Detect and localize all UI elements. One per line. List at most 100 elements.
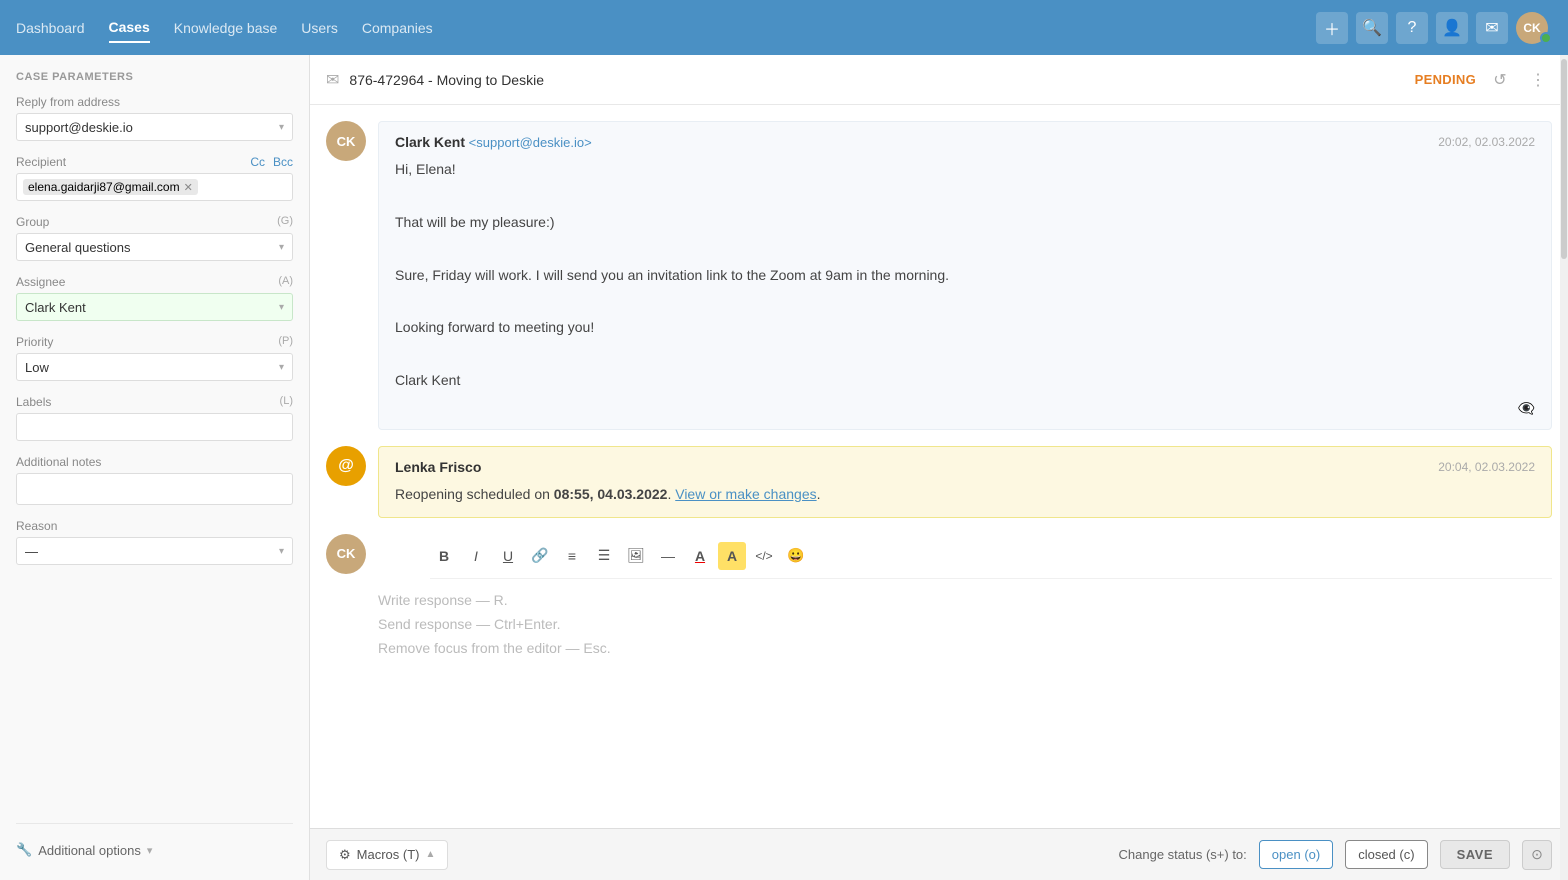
font-highlight-button[interactable]: A: [718, 542, 746, 570]
reply-from-field: Reply from address support@deskie.io ▾: [16, 95, 293, 141]
content-area: ✉ 876-472964 - Moving to Deskie PENDING …: [310, 55, 1568, 880]
open-status-button[interactable]: open (o): [1259, 840, 1333, 869]
chevron-down-icon: ▾: [279, 122, 284, 133]
emoji-button[interactable]: 😀: [782, 542, 810, 570]
closed-status-button[interactable]: closed (c): [1345, 840, 1427, 869]
notification-header: Lenka Frisco 20:04, 02.03.2022: [395, 459, 1535, 475]
reply-from-label: Reply from address: [16, 95, 293, 109]
macros-icon: ⚙: [339, 847, 351, 863]
message-item: CK Clark Kent <support@deskie.io> 20:02,…: [326, 121, 1552, 430]
assignee-field: Assignee (A) Clark Kent ▾: [16, 275, 293, 321]
reply-editor-container: B I U 🔗 ≡ ☰ 🖼 — A A </> 😀: [378, 534, 1552, 660]
email-icon: ✉: [326, 70, 339, 90]
remove-recipient-icon[interactable]: ✕: [184, 181, 193, 194]
labels-field: Labels (L): [16, 395, 293, 441]
top-navigation: Dashboard Cases Knowledge base Users Com…: [0, 0, 1568, 55]
main-layout: CASE PARAMETERS Reply from address suppo…: [0, 55, 1568, 880]
macros-button[interactable]: ⚙ Macros (T) ▲: [326, 840, 448, 870]
search-icon[interactable]: 🔍: [1356, 12, 1388, 44]
hide-message-icon[interactable]: 👁‍🗨: [395, 400, 1535, 417]
editor-placeholder-line1: Write response — R.: [378, 589, 1552, 613]
help-icon[interactable]: ?: [1396, 12, 1428, 44]
sender-avatar: CK: [326, 121, 366, 161]
chevron-down-icon: ▾: [279, 242, 284, 253]
recipient-field: Recipient Cc Bcc elena.gaidarji87@gmail.…: [16, 155, 293, 201]
reason-dropdown[interactable]: — ▾: [16, 537, 293, 565]
nav-action-icons: ＋ 🔍 ? 👤 ✉ CK: [1316, 12, 1552, 44]
assignee-dropdown[interactable]: Clark Kent ▾: [16, 293, 293, 321]
reply-editor-block: CK B I U 🔗 ≡ ☰ 🖼 — A A </>: [326, 534, 1552, 660]
nav-companies[interactable]: Companies: [362, 14, 433, 42]
reason-label: Reason: [16, 519, 293, 533]
priority-label: Priority (P): [16, 335, 293, 349]
priority-field: Priority (P) Low ▾: [16, 335, 293, 381]
group-field: Group (G) General questions ▾: [16, 215, 293, 261]
priority-dropdown[interactable]: Low ▾: [16, 353, 293, 381]
reason-field: Reason — ▾: [16, 519, 293, 565]
underline-button[interactable]: U: [494, 542, 522, 570]
reply-avatar: CK: [326, 534, 366, 574]
additional-notes-input[interactable]: [16, 473, 293, 505]
editor-body[interactable]: Write response — R. Send response — Ctrl…: [378, 579, 1552, 660]
scrollbar-thumb[interactable]: [1561, 59, 1567, 259]
notification-time: 20:04, 02.03.2022: [1438, 460, 1535, 474]
editor-placeholder-line2: Send response — Ctrl+Enter.: [378, 613, 1552, 637]
message-header: Clark Kent <support@deskie.io> 20:02, 02…: [395, 134, 1535, 150]
labels-label: Labels (L): [16, 395, 293, 409]
additional-notes-label: Additional notes: [16, 455, 293, 469]
notification-item: @ Lenka Frisco 20:04, 02.03.2022 Reopeni…: [326, 446, 1552, 518]
chevron-down-icon: ▾: [279, 546, 284, 557]
chevron-up-icon: ▲: [426, 849, 436, 860]
save-options-icon[interactable]: ⊙: [1522, 840, 1552, 870]
cc-button[interactable]: Cc: [250, 155, 265, 169]
sender-email: <support@deskie.io>: [469, 135, 592, 150]
view-make-changes-link[interactable]: View or make changes: [675, 486, 816, 502]
additional-options-button[interactable]: 🔧 Additional options ▾: [16, 836, 293, 864]
link-button[interactable]: 🔗: [526, 542, 554, 570]
code-button[interactable]: </>: [750, 542, 778, 570]
notification-avatar: @: [326, 446, 366, 486]
nav-users[interactable]: Users: [301, 14, 338, 42]
nav-knowledge-base[interactable]: Knowledge base: [174, 14, 278, 42]
more-options-icon[interactable]: ⋮: [1524, 66, 1552, 94]
assignee-label: Assignee (A): [16, 275, 293, 289]
nav-dashboard[interactable]: Dashboard: [16, 14, 85, 42]
notification-body: Reopening scheduled on 08:55, 04.03.2022…: [395, 483, 1535, 505]
notification-content: Lenka Frisco 20:04, 02.03.2022 Reopening…: [378, 446, 1552, 518]
align-button[interactable]: ≡: [558, 542, 586, 570]
agent-icon[interactable]: 👤: [1436, 12, 1468, 44]
list-button[interactable]: ☰: [590, 542, 618, 570]
case-parameters-sidebar: CASE PARAMETERS Reply from address suppo…: [0, 55, 310, 880]
reply-from-dropdown[interactable]: support@deskie.io ▾: [16, 113, 293, 141]
chevron-down-icon: ▾: [279, 362, 284, 373]
font-color-button[interactable]: A: [686, 542, 714, 570]
email-icon[interactable]: ✉: [1476, 12, 1508, 44]
group-label: Group (G): [16, 215, 293, 229]
recipient-label: Recipient Cc Bcc: [16, 155, 293, 169]
chevron-down-icon: ▾: [279, 302, 284, 313]
recipient-tags-input[interactable]: elena.gaidarji87@gmail.com ✕: [16, 173, 293, 201]
bottom-bar: ⚙ Macros (T) ▲ Change status (s+) to: op…: [310, 828, 1568, 880]
messages-area: CK Clark Kent <support@deskie.io> 20:02,…: [310, 105, 1568, 828]
save-button[interactable]: SAVE: [1440, 840, 1510, 869]
bcc-button[interactable]: Bcc: [273, 155, 293, 169]
recipient-tag: elena.gaidarji87@gmail.com ✕: [23, 179, 198, 195]
nav-cases[interactable]: Cases: [109, 13, 150, 43]
editor-placeholder-line3: Remove focus from the editor — Esc.: [378, 637, 1552, 661]
bold-button[interactable]: B: [430, 542, 458, 570]
history-icon[interactable]: ↺: [1486, 66, 1514, 94]
italic-button[interactable]: I: [462, 542, 490, 570]
labels-input[interactable]: [16, 413, 293, 441]
add-icon[interactable]: ＋: [1316, 12, 1348, 44]
status-badge: PENDING: [1415, 72, 1476, 87]
message-body: Hi, Elena! That will be my pleasure:) Su…: [395, 158, 1535, 392]
sender-info: Clark Kent <support@deskie.io>: [395, 134, 592, 150]
case-header: ✉ 876-472964 - Moving to Deskie PENDING …: [310, 55, 1568, 105]
scrollbar-track: [1560, 55, 1568, 880]
separator-button[interactable]: —: [654, 542, 682, 570]
case-title: 876-472964 - Moving to Deskie: [349, 72, 1404, 88]
group-dropdown[interactable]: General questions ▾: [16, 233, 293, 261]
additional-notes-field: Additional notes: [16, 455, 293, 505]
image-button[interactable]: 🖼: [622, 542, 650, 570]
sender-name: Clark Kent: [395, 134, 465, 150]
